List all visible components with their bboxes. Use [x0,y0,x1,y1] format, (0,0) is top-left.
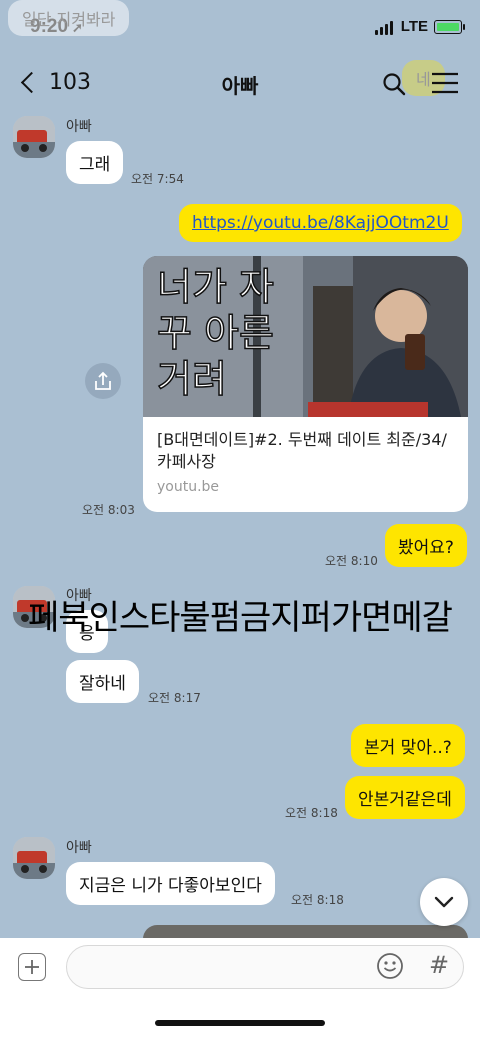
chevron-down-icon [434,896,454,908]
share-icon [95,371,111,390]
sender-name: 아빠 [66,119,92,135]
avatar[interactable] [13,837,55,879]
back-button[interactable]: 103 [18,70,91,95]
chevron-left-icon [20,71,43,94]
hashtag-icon[interactable]: # [429,951,449,979]
unread-count: 103 [49,70,91,95]
message-bubble[interactable]: 안본거같은데 [345,776,465,819]
message-time: 오전 8:18 [285,806,338,820]
message-time: 오전 8:17 [148,691,201,705]
link-message[interactable]: https://youtu.be/8KajjOOtm2U [179,204,462,242]
status-indicators: LTE [374,18,465,35]
ghost-bubble-left: 일단 지켜봐라 [8,0,130,36]
message-bubble[interactable]: 봤어요? [385,524,467,567]
signal-icon [374,18,395,35]
overlay-text: 페북인스타불펌금지퍼가면메갈 [28,598,453,638]
message-bubble[interactable]: 그래 [66,141,124,184]
menu-icon[interactable] [431,72,459,94]
thumbnail-caption: 너가 자꾸 아른거려 [156,264,274,402]
home-indicator [155,1020,325,1026]
message-bubble[interactable]: 본거 맞아..? [351,724,465,767]
share-button[interactable] [85,363,121,399]
avatar[interactable] [13,116,55,158]
scroll-down-button[interactable] [420,878,468,926]
emoji-icon[interactable] [376,952,404,980]
message-bubble[interactable]: 잘하네 [66,660,139,703]
message-bubble[interactable]: 지금은 니가 다좋아보인다 [66,862,275,905]
link-preview-card[interactable]: 너가 자꾸 아른거려 [B대면데이트]#2. 두번째 데이트 최준/34/카페사… [143,256,468,512]
plus-icon [25,960,39,974]
message-time: 오전 8:18 [291,893,344,907]
network-label: LTE [400,18,428,35]
message-input[interactable] [66,945,464,989]
message-time: 오전 8:03 [82,503,135,517]
video-thumbnail: 너가 자꾸 아른거려 [143,256,468,417]
attach-button[interactable] [18,953,46,981]
message-time: 오전 8:10 [325,554,378,568]
search-icon[interactable] [382,72,406,96]
message-time: 오전 7:54 [131,172,184,186]
sender-name: 아빠 [66,840,92,856]
link-title: [B대면데이트]#2. 두번째 데이트 최준/34/카페사장 [157,430,447,471]
battery-icon [434,19,465,34]
link-domain: youtu.be [157,479,220,495]
